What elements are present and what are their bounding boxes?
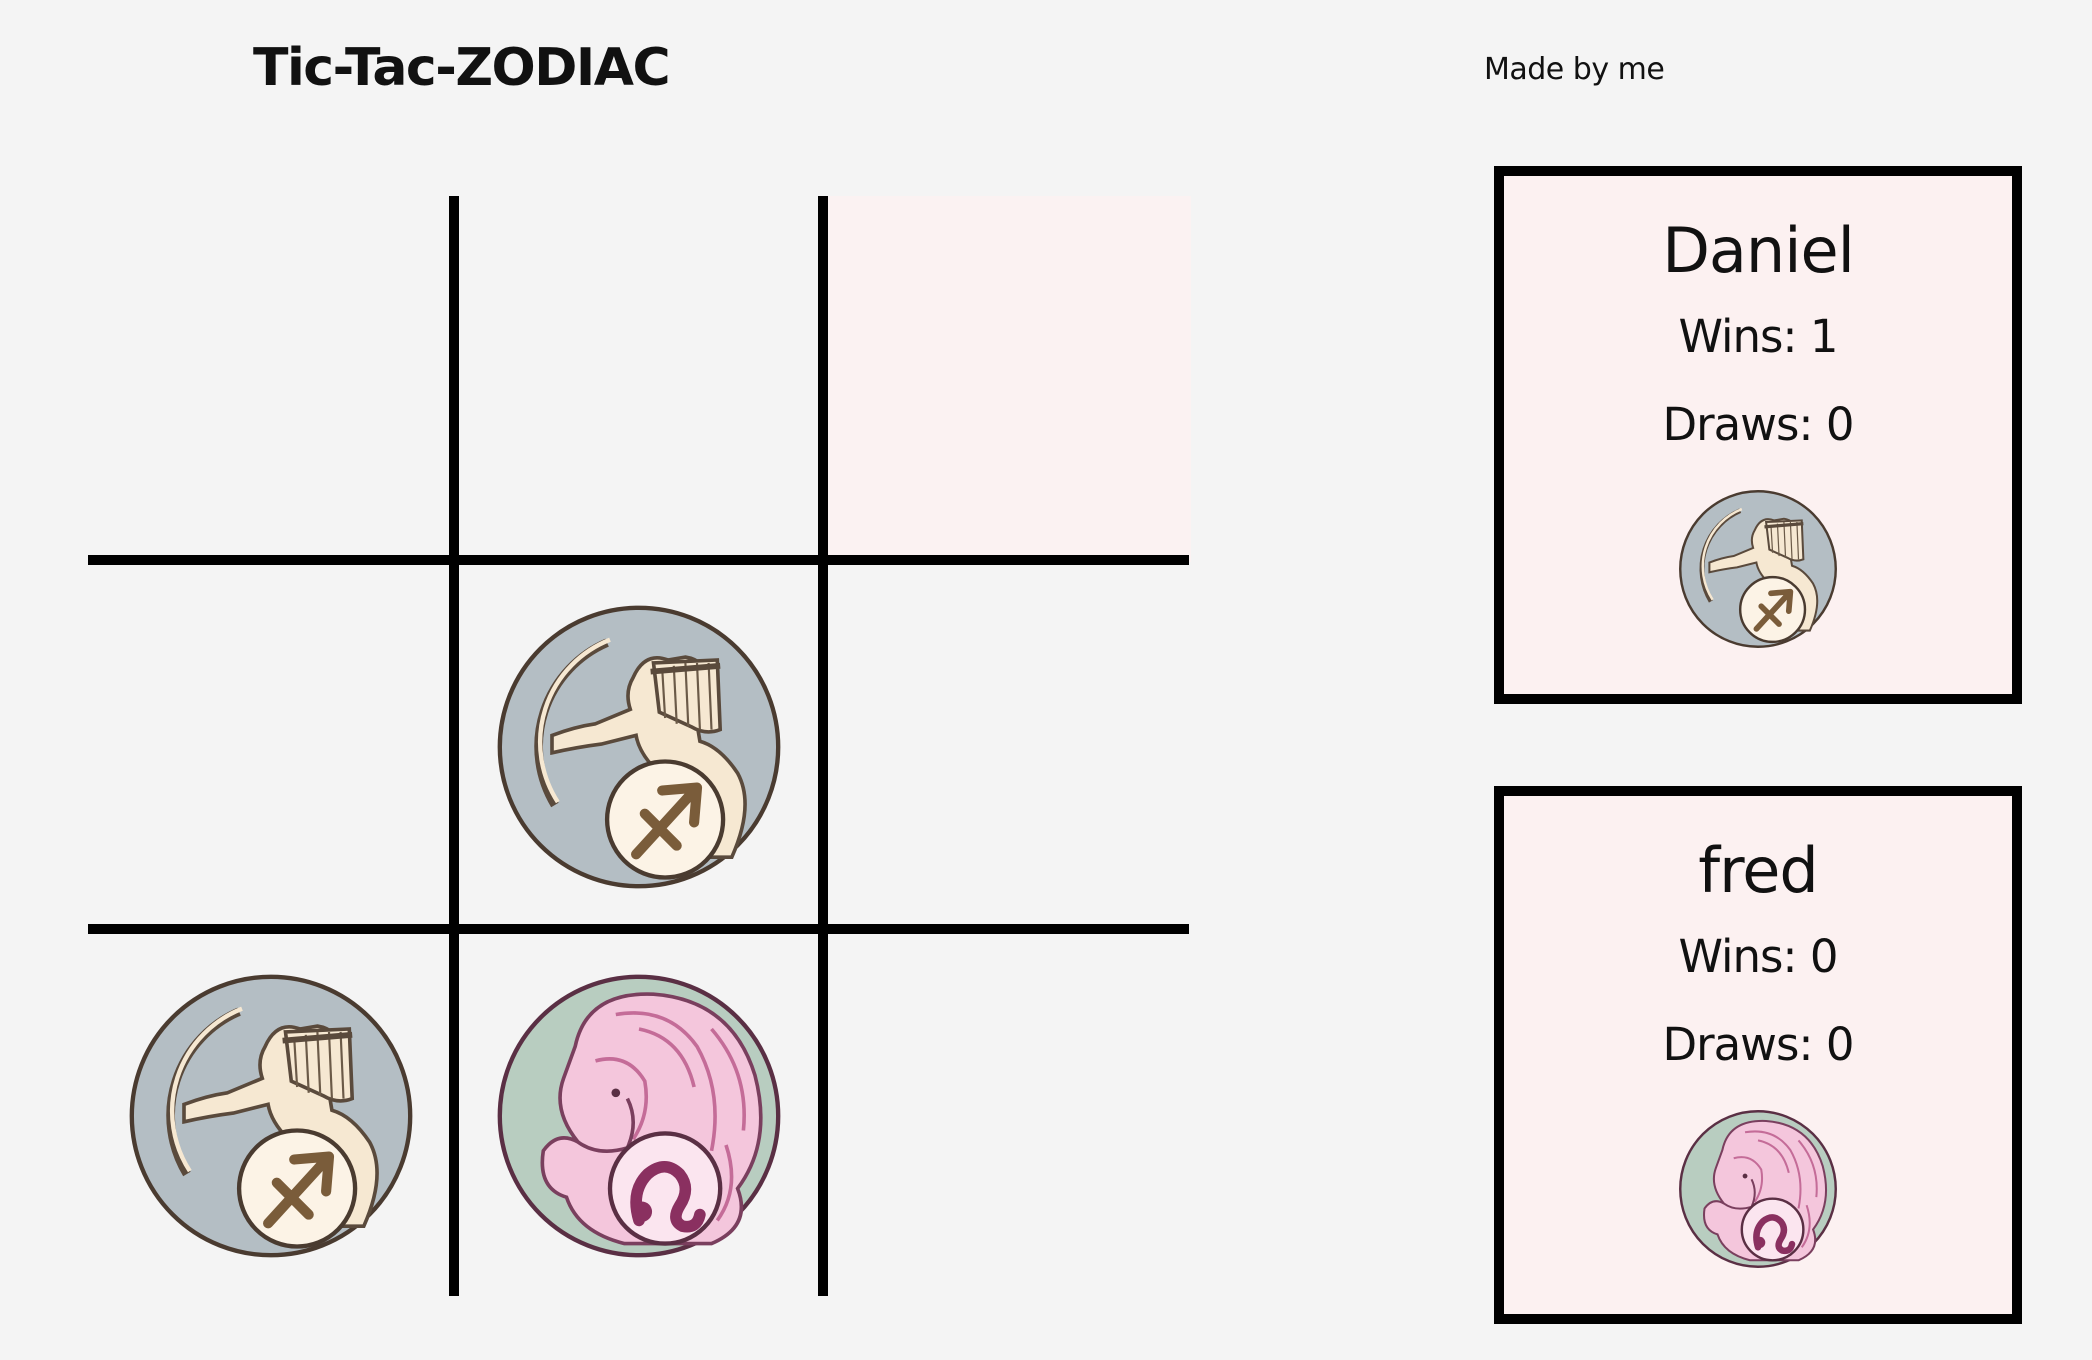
player-draws: Draws: 0: [1662, 1018, 1854, 1071]
sagittarius-icon: [1677, 488, 1839, 650]
grid-line-vertical-1: [449, 196, 459, 1296]
board-cell-8[interactable]: [456, 933, 822, 1299]
board-cell-4[interactable]: [88, 564, 454, 930]
board-cell-7[interactable]: [88, 933, 454, 1299]
board-cell-6[interactable]: [825, 564, 1191, 930]
player-wins: Wins: 1: [1678, 310, 1838, 363]
board-cell-2[interactable]: [456, 196, 822, 562]
player-wins: Wins: 0: [1678, 930, 1838, 983]
player-sign-badge: [1677, 1108, 1839, 1270]
grid-line-vertical-2: [818, 196, 828, 1296]
credit-text: Made by me: [1484, 52, 1665, 87]
player-card-2: fred Wins: 0 Draws: 0: [1494, 786, 2022, 1324]
player-draws: Draws: 0: [1662, 398, 1854, 451]
game-page: Tic-Tac-ZODIAC Made by me Daniel Wins: 1…: [0, 0, 2092, 1360]
player-card-1: Daniel Wins: 1 Draws: 0: [1494, 166, 2022, 704]
page-title: Tic-Tac-ZODIAC: [253, 38, 671, 98]
board-cell-1[interactable]: [88, 196, 454, 562]
leo-icon: [494, 971, 784, 1261]
board-cell-9[interactable]: [825, 933, 1191, 1299]
player-sign-badge: [1677, 488, 1839, 650]
grid-line-horizontal-2: [88, 924, 1189, 934]
leo-icon: [1677, 1108, 1839, 1270]
player-name: fred: [1698, 834, 1818, 907]
player-name: Daniel: [1662, 214, 1855, 287]
board-cell-5[interactable]: [456, 564, 822, 930]
grid-line-horizontal-1: [88, 555, 1189, 565]
board-cell-3[interactable]: [825, 196, 1191, 562]
sagittarius-icon: [126, 971, 416, 1261]
game-board: [88, 196, 1191, 1299]
sagittarius-icon: [494, 602, 784, 892]
